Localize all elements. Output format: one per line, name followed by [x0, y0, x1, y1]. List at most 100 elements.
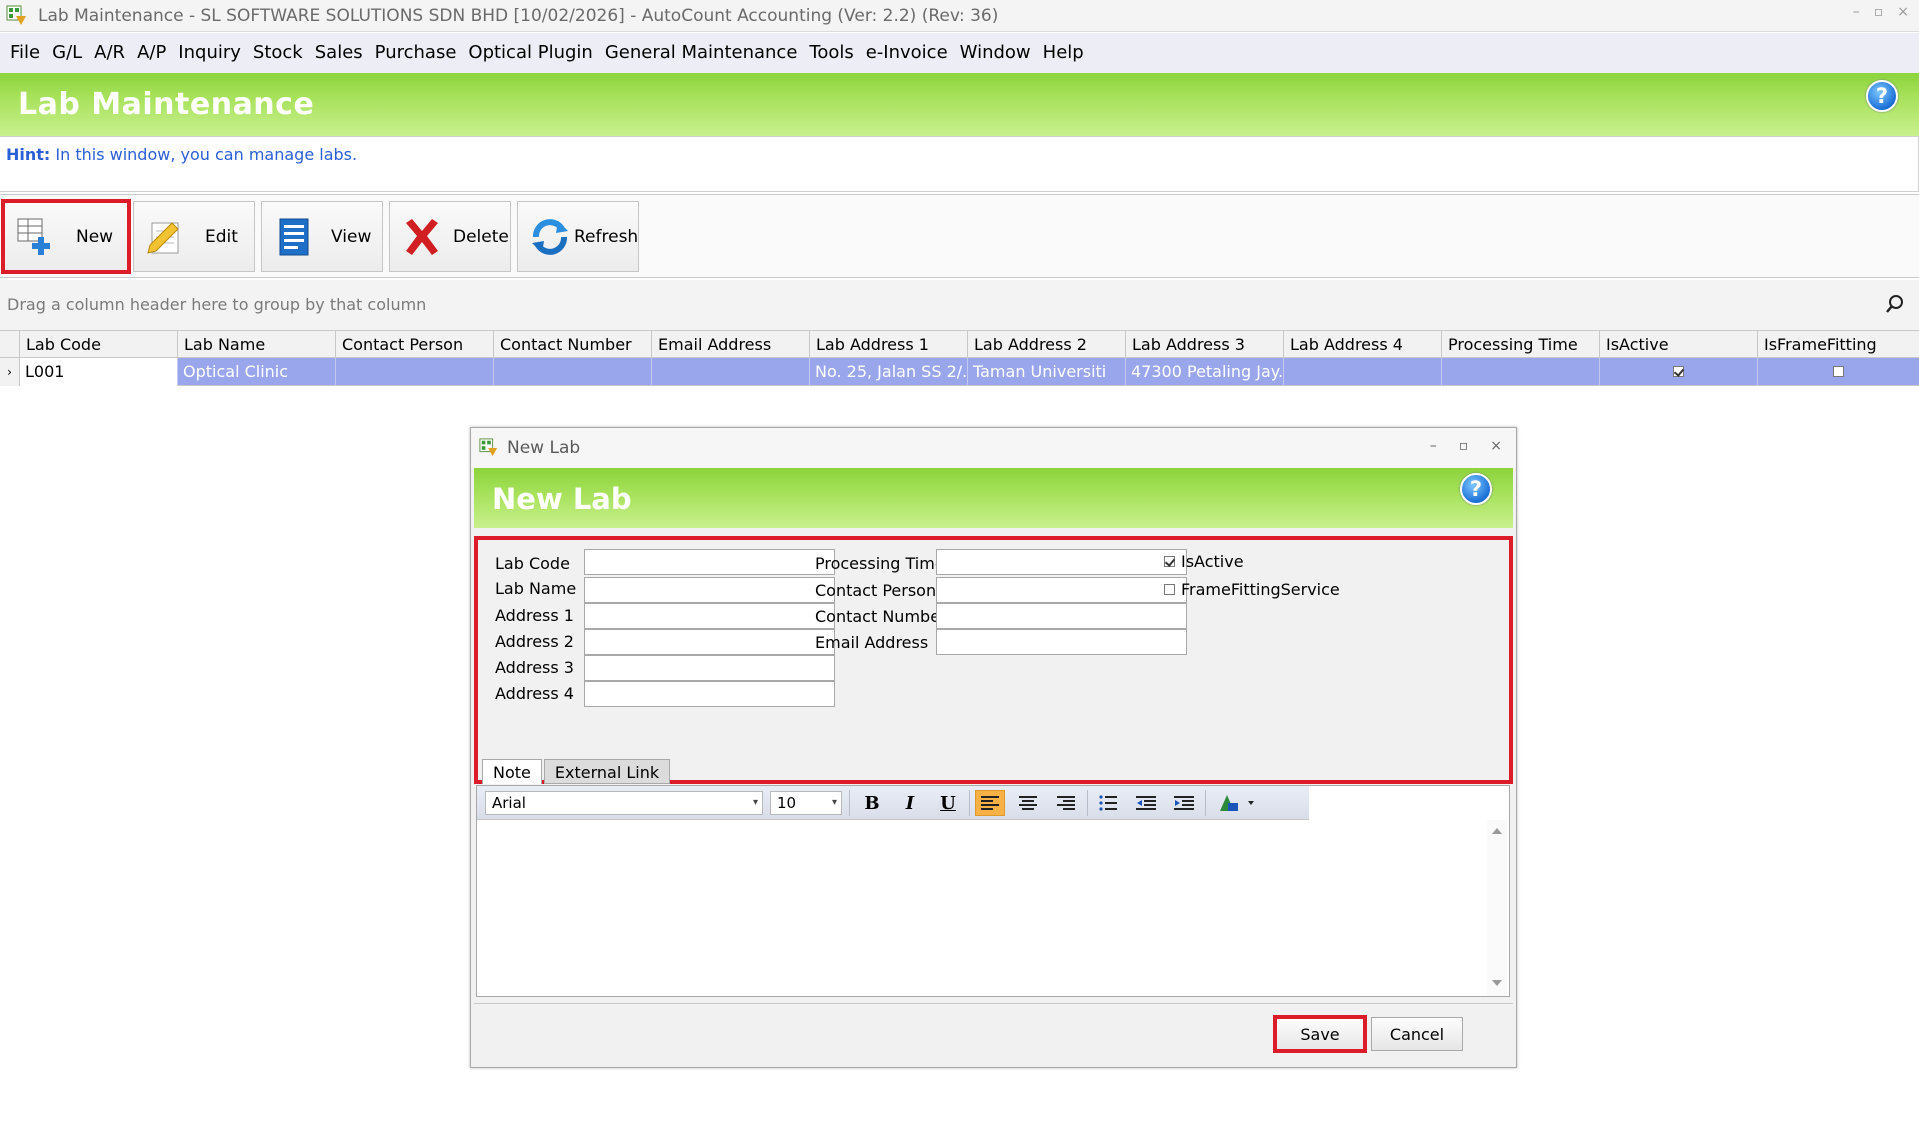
lab-name-input[interactable]: [584, 577, 835, 603]
table-row[interactable]: › L001 Optical Clinic No. 25, Jalan SS 2…: [0, 358, 1919, 386]
minimize-button[interactable]: –: [1853, 4, 1860, 20]
dialog-minimize-button[interactable]: –: [1430, 438, 1437, 454]
bold-icon[interactable]: B: [857, 790, 887, 816]
contact-number-input[interactable]: [936, 603, 1187, 629]
toolbar-separator: [849, 790, 850, 816]
menu-window[interactable]: Window: [954, 33, 1037, 73]
restore-button[interactable]: ▫: [1874, 4, 1884, 20]
cell-lab-name[interactable]: Optical Clinic: [178, 358, 336, 386]
dialog-close-button[interactable]: ×: [1490, 438, 1502, 454]
font-color-icon[interactable]: [1213, 790, 1263, 816]
delete-button[interactable]: Delete: [389, 201, 511, 272]
menu-inquiry[interactable]: Inquiry: [172, 33, 247, 73]
delete-x-icon: [400, 215, 444, 259]
search-icon[interactable]: [1885, 294, 1905, 314]
menu-sales[interactable]: Sales: [309, 33, 369, 73]
cell-processing-time[interactable]: [1442, 358, 1600, 386]
menu-general-maintenance[interactable]: General Maintenance: [599, 33, 804, 73]
underline-icon[interactable]: U: [933, 790, 963, 816]
cell-contact-person[interactable]: [336, 358, 494, 386]
column-header-processing-time[interactable]: Processing Time: [1442, 331, 1600, 359]
contact-person-input[interactable]: [936, 577, 1187, 603]
dialog-help-icon[interactable]: ?: [1460, 473, 1492, 505]
bullet-list-icon[interactable]: [1093, 790, 1123, 816]
menu-ar[interactable]: A/R: [88, 33, 131, 73]
font-size-select[interactable]: 10 ▾: [770, 791, 842, 815]
increase-indent-icon[interactable]: [1169, 790, 1199, 816]
toolbar-separator: [1087, 790, 1088, 816]
lab-code-input[interactable]: [584, 549, 835, 575]
isframefitting-checkbox[interactable]: [1833, 366, 1844, 377]
processing-time-input[interactable]: [936, 549, 1187, 575]
address-1-label: Address 1: [495, 606, 574, 625]
column-header-contact-number[interactable]: Contact Number: [494, 331, 652, 359]
column-header-isactive[interactable]: IsActive: [1600, 331, 1758, 359]
menu-stock[interactable]: Stock: [247, 33, 309, 73]
save-button[interactable]: Save: [1273, 1015, 1367, 1053]
align-center-icon[interactable]: [1013, 790, 1043, 816]
cell-lab-address-3[interactable]: 47300 Petaling Jay...: [1126, 358, 1284, 386]
font-dropdown-arrow-icon: ▾: [752, 797, 758, 808]
align-left-icon[interactable]: [975, 790, 1005, 816]
menu-ap[interactable]: A/P: [131, 33, 172, 73]
frame-fitting-checkbox[interactable]: [1164, 584, 1175, 595]
decrease-indent-icon[interactable]: [1131, 790, 1161, 816]
hint-text: Hint: In this window, you can manage lab…: [6, 145, 357, 164]
cell-lab-address-1[interactable]: No. 25, Jalan SS 2/...: [810, 358, 968, 386]
cancel-button[interactable]: Cancel: [1371, 1017, 1463, 1051]
tab-note[interactable]: Note: [482, 759, 542, 784]
editor-scrollbar[interactable]: [1487, 820, 1507, 996]
new-record-icon: [14, 215, 58, 259]
isactive-option[interactable]: IsActive: [1164, 552, 1244, 571]
menu-e-invoice[interactable]: e-Invoice: [860, 33, 954, 73]
cell-lab-code[interactable]: L001: [20, 358, 178, 386]
column-header-lab-address-1[interactable]: Lab Address 1: [810, 331, 968, 359]
column-header-contact-person[interactable]: Contact Person: [336, 331, 494, 359]
menu-gl[interactable]: G/L: [46, 33, 88, 73]
column-header-lab-address-4[interactable]: Lab Address 4: [1284, 331, 1442, 359]
column-header-lab-address-3[interactable]: Lab Address 3: [1126, 331, 1284, 359]
refresh-button[interactable]: Refresh: [517, 201, 639, 272]
column-header-isframefitting[interactable]: IsFrameFitting: [1758, 331, 1919, 359]
tab-external-link[interactable]: External Link: [543, 759, 671, 784]
address-1-input[interactable]: [584, 603, 835, 629]
frame-fitting-option[interactable]: FrameFittingService: [1164, 580, 1340, 599]
font-family-select[interactable]: Arial ▾: [485, 791, 763, 815]
view-document-icon: [272, 215, 316, 259]
italic-icon[interactable]: I: [895, 790, 925, 816]
column-header-lab-address-2[interactable]: Lab Address 2: [968, 331, 1126, 359]
address-4-input[interactable]: [584, 681, 835, 707]
delete-button-label: Delete: [453, 226, 509, 247]
menu-help[interactable]: Help: [1037, 33, 1090, 73]
column-header-lab-code[interactable]: Lab Code: [20, 331, 178, 359]
close-button[interactable]: ×: [1897, 4, 1909, 20]
menu-optical-plugin[interactable]: Optical Plugin: [462, 33, 598, 73]
align-right-icon[interactable]: [1051, 790, 1081, 816]
dialog-maximize-button[interactable]: ▫: [1459, 438, 1469, 454]
email-address-label: Email Address: [815, 633, 929, 652]
cell-email-address[interactable]: [652, 358, 810, 386]
email-address-input[interactable]: [936, 629, 1187, 655]
cell-isframefitting[interactable]: [1758, 358, 1919, 386]
column-header-email-address[interactable]: Email Address: [652, 331, 810, 359]
new-button[interactable]: New: [1, 199, 131, 274]
address-2-input[interactable]: [584, 629, 835, 655]
isactive-checkbox[interactable]: [1164, 556, 1175, 567]
edit-button[interactable]: Edit: [133, 201, 255, 272]
help-icon[interactable]: ?: [1866, 80, 1898, 112]
group-by-panel[interactable]: Drag a column header here to group by th…: [0, 280, 1919, 330]
isactive-label: IsActive: [1181, 552, 1244, 571]
column-header-lab-name[interactable]: Lab Name: [178, 331, 336, 359]
menu-file[interactable]: File: [4, 33, 46, 73]
address-3-input[interactable]: [584, 655, 835, 681]
isactive-checkbox[interactable]: [1673, 366, 1684, 377]
cell-contact-number[interactable]: [494, 358, 652, 386]
cell-lab-address-2[interactable]: Taman Universiti: [968, 358, 1126, 386]
cell-lab-address-4[interactable]: [1284, 358, 1442, 386]
menu-purchase[interactable]: Purchase: [369, 33, 463, 73]
view-button[interactable]: View: [261, 201, 383, 272]
processing-time-label: Processing Time: [815, 554, 945, 573]
menu-tools[interactable]: Tools: [803, 33, 859, 73]
toolbar-separator: [1205, 790, 1206, 816]
cell-isactive[interactable]: [1600, 358, 1758, 386]
